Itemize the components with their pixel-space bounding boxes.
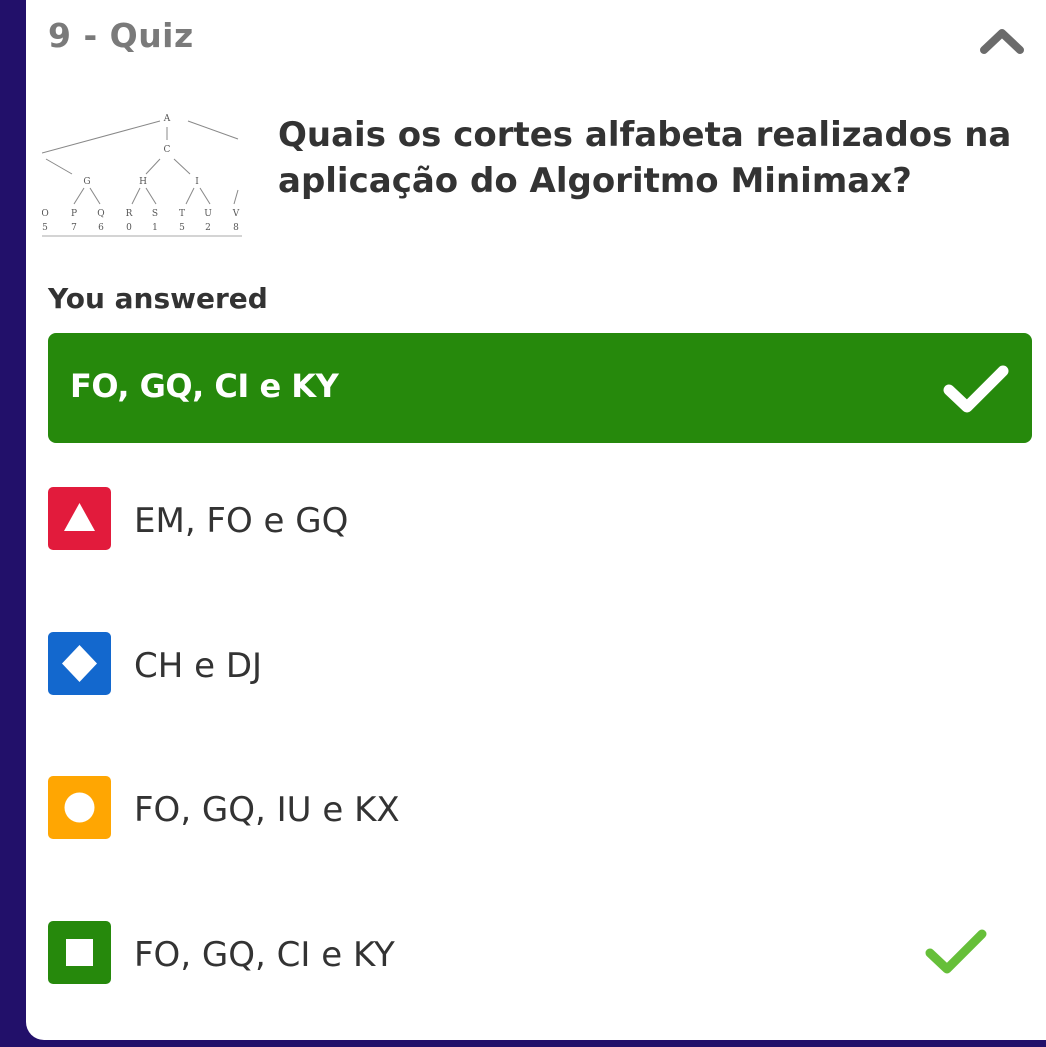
you-answered-label: You answered: [48, 282, 268, 315]
tree-leaf-label: O: [42, 209, 49, 219]
quiz-title: 9 - Quiz: [48, 16, 194, 55]
tree-leaf-label: V: [232, 209, 240, 219]
collapse-button[interactable]: [978, 22, 1026, 58]
option-label: EM, FO e GQ: [134, 501, 349, 541]
tree-leaf-value: 6: [98, 223, 104, 233]
tree-leaf-value: 8: [233, 223, 239, 233]
circle-icon: [64, 792, 95, 823]
option-label: CH e DJ: [134, 646, 263, 686]
tree-leaf-label: R: [126, 209, 133, 219]
option-3[interactable]: FO, GQ, IU e KX: [48, 776, 1032, 840]
square-icon: [66, 939, 93, 966]
option-badge: [48, 487, 111, 550]
correct-check-icon: [925, 929, 987, 974]
tree-leaf-value: 7: [71, 223, 77, 233]
tree-leaf-label: P: [71, 209, 77, 219]
chevron-up-icon: [980, 29, 1024, 54]
tree-leaf-value: 2: [205, 223, 211, 233]
option-label: FO, GQ, IU e KX: [134, 790, 400, 830]
question-image: A C G H I O P Q R S T U V 5 7 6 0 1 5 2: [42, 114, 242, 237]
check-icon: [943, 365, 1009, 413]
tree-node-label: G: [83, 177, 90, 187]
tree-node-label: H: [139, 177, 147, 187]
tree-leaf-value: 1: [152, 223, 158, 233]
answered-option-label: FO, GQ, CI e KY: [70, 367, 339, 405]
tree-leaf-value: 5: [179, 223, 185, 233]
option-2[interactable]: CH e DJ: [48, 632, 1032, 696]
answered-option: FO, GQ, CI e KY: [48, 333, 1032, 443]
tree-leaf-label: S: [152, 209, 158, 219]
tree-leaf-label: T: [179, 209, 185, 219]
tree-node-label: I: [195, 177, 199, 187]
option-label: FO, GQ, CI e KY: [134, 935, 395, 975]
screen: 9 - Quiz A C G H I O P Q R S T U V 5 7 6…: [0, 0, 1046, 1047]
tree-node-label: A: [163, 114, 171, 124]
tree-node-label: C: [164, 145, 171, 155]
option-badge: [48, 776, 111, 839]
tree-leaf-value: 0: [126, 223, 132, 233]
tree-leaf-value: 5: [42, 223, 48, 233]
tree-leaf-label: Q: [97, 209, 104, 219]
option-badge: [48, 632, 111, 695]
question-text: Quais os cortes alfabeta realizados na a…: [278, 115, 1012, 201]
diamond-icon: [62, 645, 97, 682]
option-4[interactable]: FO, GQ, CI e KY: [48, 921, 1032, 985]
quiz-card: 9 - Quiz A C G H I O P Q R S T U V 5 7 6…: [26, 0, 1046, 1040]
triangle-icon: [64, 503, 95, 531]
tree-leaf-label: U: [204, 209, 212, 219]
option-badge: [48, 921, 111, 984]
option-1[interactable]: EM, FO e GQ: [48, 487, 1032, 551]
